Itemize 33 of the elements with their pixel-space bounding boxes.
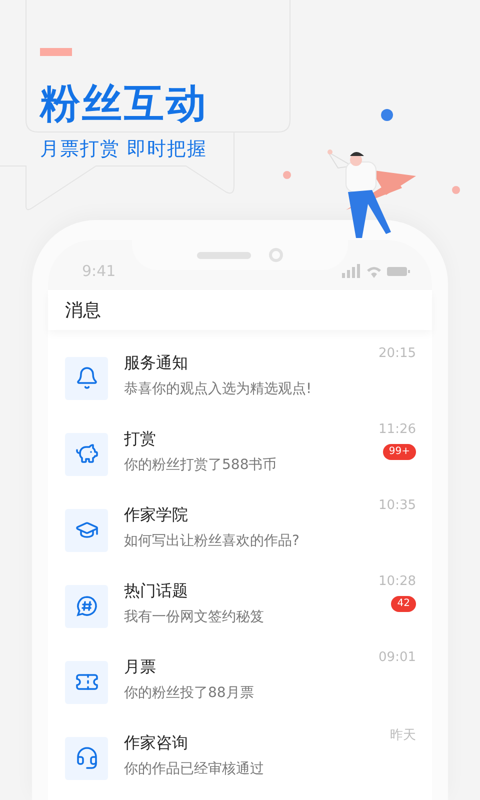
signal-icon	[342, 264, 360, 278]
message-title[interactable]: 作家学院	[124, 504, 363, 526]
wifi-icon	[366, 264, 381, 278]
message-preview: 恭喜你的观点入选为精选观点!	[124, 380, 313, 398]
speaker-icon	[197, 252, 251, 258]
message-time: 昨天	[390, 727, 416, 744]
message-preview: 如何写出让粉丝喜欢的作品?	[124, 532, 300, 550]
bell-icon	[74, 366, 98, 390]
message-title[interactable]: 月票	[124, 656, 363, 678]
message-time: 11:26	[378, 422, 416, 437]
message-time: 09:01	[378, 650, 416, 665]
unread-count: 42	[391, 596, 416, 612]
message-preview: 你的粉丝投了88月票	[124, 684, 255, 702]
message-title[interactable]: 打赏	[124, 428, 363, 450]
message-title[interactable]: 热门话题	[124, 580, 363, 602]
message-time: 20:15	[378, 346, 416, 361]
headset-icon	[74, 746, 98, 770]
piggy-bank-icon	[74, 442, 98, 466]
header-title: 消息	[65, 299, 101, 322]
hash-bubble-icon	[74, 594, 98, 618]
message-preview: 你的作品已经审核通过	[124, 760, 265, 778]
message-time: 10:35	[378, 498, 416, 513]
message-title[interactable]: 服务通知	[124, 352, 363, 374]
message-title[interactable]: 作家咨询	[124, 732, 374, 754]
hero-title: 粉丝互动	[40, 79, 208, 129]
hero-subtitle: 月票打赏 即时把握	[40, 137, 208, 162]
message-preview: 你的粉丝打赏了588书币	[124, 456, 278, 474]
unread-count: 99+	[382, 444, 416, 460]
battery-icon	[387, 266, 410, 276]
message-preview: 我有一份网文签约秘笈	[124, 608, 265, 626]
message-time: 10:28	[378, 574, 416, 589]
camera-icon	[269, 248, 283, 262]
accent-bar	[40, 48, 72, 56]
